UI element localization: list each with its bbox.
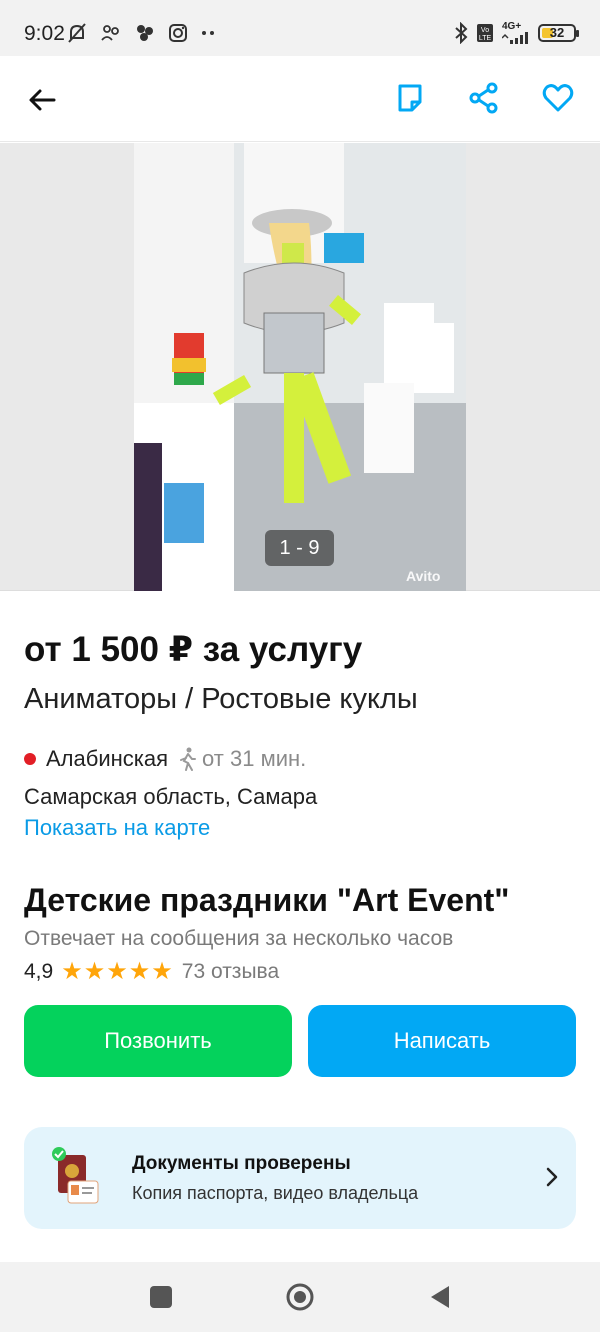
walking-person-icon xyxy=(180,747,197,771)
metro-info: Алабинская от 31 мин. xyxy=(24,746,306,772)
show-on-map-link[interactable]: Показать на карте xyxy=(24,815,210,841)
listing-photo[interactable] xyxy=(134,143,466,591)
app-icon xyxy=(137,25,153,41)
note-icon[interactable] xyxy=(394,82,426,114)
price: от 1 500 ₽ за услугу xyxy=(24,630,363,669)
signal-group: 4G+ xyxy=(502,22,530,44)
photo-counter: 1 - 9 xyxy=(265,530,334,566)
reviews-count[interactable]: 73 отзыва xyxy=(182,960,279,984)
share-icon[interactable] xyxy=(468,82,500,114)
more-dots-icon xyxy=(202,31,214,35)
system-navigation-bar xyxy=(0,1262,600,1332)
photo-gallery[interactable]: 1 - 9 Avito xyxy=(0,143,600,591)
metro-line-dot xyxy=(24,753,36,765)
documents-verified-subtitle: Копия паспорта, видео владельца xyxy=(132,1183,419,1203)
battery-icon: 32 xyxy=(538,24,579,42)
category: Аниматоры / Ростовые куклы xyxy=(24,683,418,715)
bluetooth-icon xyxy=(455,22,468,44)
documents-verified-title: Документы проверены xyxy=(132,1153,351,1174)
walk-time: от 31 мин. xyxy=(202,746,307,771)
svg-text:Vo: Vo xyxy=(481,27,489,34)
people-icon xyxy=(101,25,119,41)
network-type: 4G+ xyxy=(502,21,522,32)
battery-level: 32 xyxy=(549,25,565,40)
passport-verified-icon xyxy=(50,1147,106,1207)
system-icons: Vo LTE 4G+ 32 xyxy=(454,22,579,44)
chevron-right-icon xyxy=(546,1167,558,1187)
documents-verified-card[interactable]: Документы проверены Копия паспорта, виде… xyxy=(24,1127,576,1229)
recent-apps-icon[interactable] xyxy=(146,1282,176,1312)
back-triangle-icon[interactable] xyxy=(425,1282,455,1312)
back-arrow-icon[interactable] xyxy=(26,84,58,116)
status-bar: 9:02 Vo LTE 4G+ 32 xyxy=(0,0,600,56)
home-icon[interactable] xyxy=(285,1282,315,1312)
svg-text:LTE: LTE xyxy=(479,35,492,42)
rating-value: 4,9 xyxy=(24,959,54,983)
rating-stars-icon: ★★★★★ xyxy=(61,958,174,985)
volte-icon: VoLTE xyxy=(477,24,493,42)
app-header xyxy=(0,56,600,142)
reply-time-info: Отвечает на сообщения за несколько часов xyxy=(24,927,454,950)
metro-station: Алабинская xyxy=(46,746,169,771)
muted-bell-icon xyxy=(68,23,86,43)
address: Самарская область, Самара xyxy=(24,784,318,809)
walk-time-info: от 31 мин. xyxy=(176,746,306,772)
seller-rating[interactable]: 4,9 ★★★★★ 73 отзыва xyxy=(24,957,279,986)
write-message-button[interactable]: Написать xyxy=(308,1005,576,1077)
notification-icons xyxy=(66,22,216,44)
favorite-heart-icon[interactable] xyxy=(542,82,574,114)
avito-watermark: Avito xyxy=(406,568,441,584)
header-actions xyxy=(394,82,574,114)
signal-icon xyxy=(502,32,528,44)
seller-name[interactable]: Детские праздники "Art Event" xyxy=(24,882,509,919)
call-button[interactable]: Позвонить xyxy=(24,1005,292,1077)
status-time: 9:02 xyxy=(24,22,65,45)
instagram-icon xyxy=(169,24,187,42)
